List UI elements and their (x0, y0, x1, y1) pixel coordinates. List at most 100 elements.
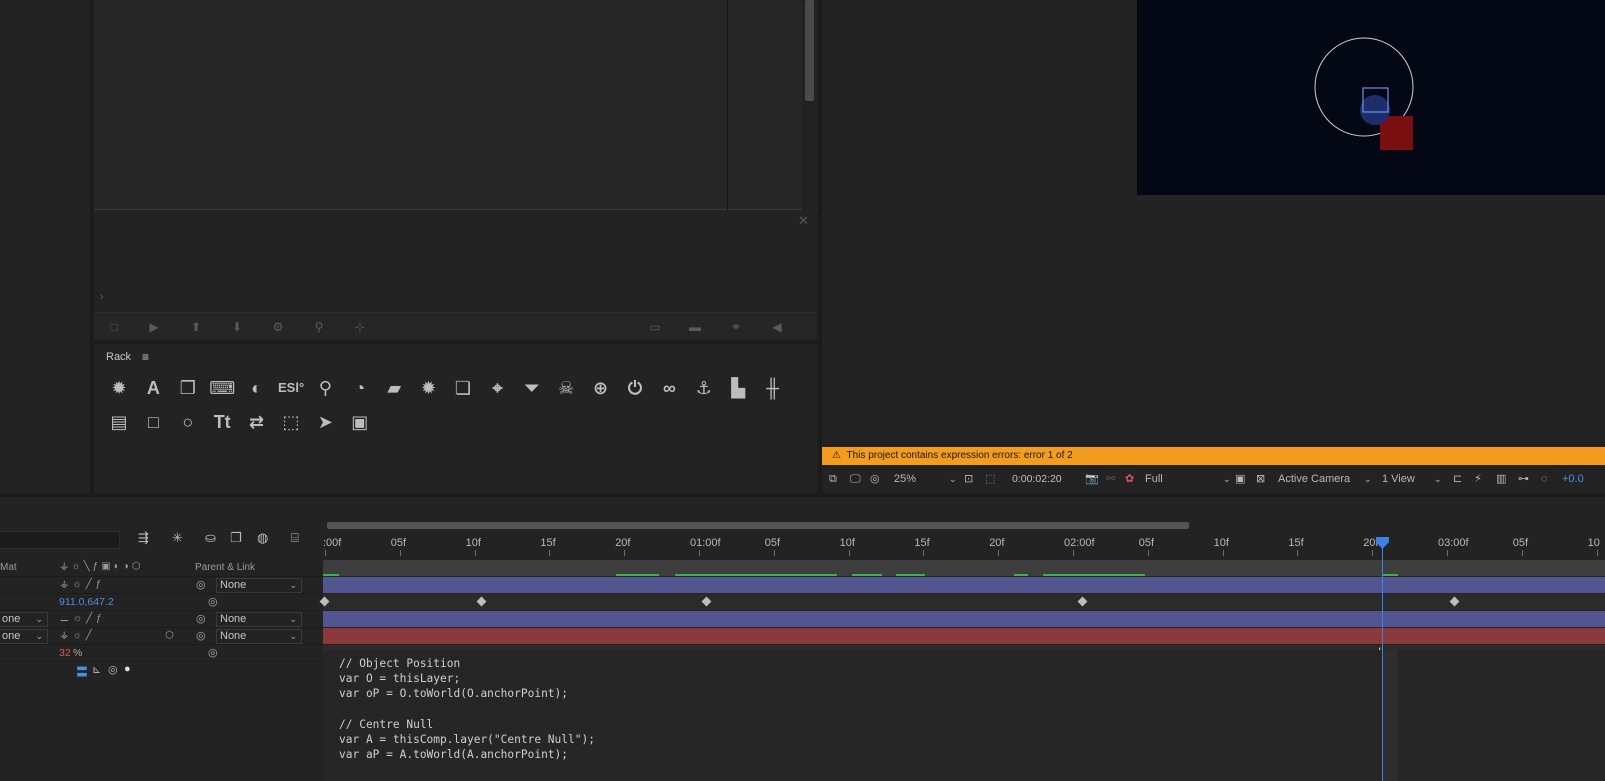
document-icon[interactable]: ▤ (106, 409, 132, 435)
parent-dropdown[interactable]: None ⌄ (216, 629, 302, 644)
zoom-dropdown[interactable]: 25% ⌄ (894, 471, 958, 488)
bug-icon[interactable]: ✹ (106, 375, 132, 401)
roi-icon[interactable]: ▣ (1235, 471, 1245, 488)
channel-icon[interactable]: ✿ (1125, 471, 1134, 488)
keyboard-icon[interactable]: ⌨ (209, 375, 235, 401)
editor-divider[interactable] (727, 0, 728, 210)
parent-dropdown[interactable]: None ⌄ (216, 578, 302, 593)
parent-dropdown[interactable]: None ⌄ (216, 612, 302, 627)
graph-editor-icon[interactable]: ⌸ (291, 530, 299, 546)
scale-value[interactable]: 32 (59, 647, 71, 659)
add-icon[interactable]: ⊹ (353, 320, 367, 334)
camera-icon[interactable]: 📷 (1085, 471, 1099, 488)
keyframe[interactable] (1449, 596, 1460, 607)
layer-bar-2[interactable] (323, 611, 1605, 627)
draft-3d-icon[interactable]: ✳ (172, 530, 183, 546)
motion-blur-icon[interactable]: ◍ (257, 530, 268, 546)
pickwhip-icon[interactable]: ◎ (196, 578, 206, 591)
view-layout-dropdown[interactable]: 1 View ⌄ (1382, 471, 1442, 488)
always-preview-icon[interactable]: ⧉ (829, 471, 837, 488)
anchor-icon[interactable]: ⚓ (691, 375, 717, 401)
paste-icon[interactable]: ❏ (450, 375, 476, 401)
3d-layer-icon[interactable]: ⬡ (165, 630, 174, 641)
keyframe[interactable] (1077, 596, 1088, 607)
expression-language-menu-icon[interactable]: ● (124, 663, 131, 675)
layer-search-input[interactable] (0, 531, 120, 549)
filter-icon[interactable]: ⏷ (519, 375, 545, 401)
show-snapshot-icon[interactable]: ⚯ (1106, 471, 1115, 488)
work-area-bar[interactable] (327, 522, 1189, 529)
crosshair-icon[interactable]: ⊕ (588, 375, 614, 401)
enable-expression-icon[interactable]: 〓 (76, 663, 88, 680)
resolution-dropdown[interactable]: Full ⌄ (1145, 471, 1233, 488)
parent-link-header[interactable]: Parent & Link (195, 562, 255, 573)
expression-error-bar[interactable]: ⚠ This project contains expression error… (822, 447, 1605, 465)
keyframe[interactable] (476, 596, 487, 607)
close-icon[interactable]: ✕ (798, 213, 809, 229)
power-icon[interactable]: ⏻ (622, 375, 648, 401)
layer-switches[interactable]: ⚶☼╱ (60, 630, 96, 641)
mat-header[interactable]: Mat (0, 562, 17, 573)
new-file-icon[interactable]: □ (107, 320, 121, 334)
settings-icon[interactable]: ⚙ (271, 320, 285, 334)
monitor-icon[interactable]: 🖵 (850, 471, 861, 488)
layer-switches[interactable]: ⚶☼╱ƒ (60, 579, 105, 590)
pickwhip-icon[interactable]: ◎ (196, 612, 206, 625)
contrast-icon[interactable]: ◐ (244, 375, 270, 401)
pin-icon[interactable]: ⚲ (312, 375, 338, 401)
layer-row[interactable]: ⚶☼╱ƒ ◎ None ⌄ (0, 577, 323, 594)
track-matte-dropdown[interactable]: one ⌄ (0, 612, 48, 627)
playhead-line[interactable] (1382, 537, 1383, 781)
layer-bar-3[interactable] (323, 628, 1605, 644)
copy-icon[interactable]: ❐ (175, 375, 201, 401)
panel-menu-icon[interactable]: ≡ (142, 350, 149, 364)
text-A-icon[interactable]: A (140, 375, 166, 401)
comp-flowchart-icon[interactable]: ⇶ (138, 530, 149, 546)
time-ruler[interactable]: :00f 05f 10f 15f 20f 01:00f 05f 10f 15f 20f 02:00f… (323, 519, 1605, 557)
text-size-icon[interactable]: Tt (209, 409, 235, 435)
cookie-icon[interactable]: ◔ (347, 375, 373, 401)
shy-icon[interactable]: ⛀ (205, 530, 216, 546)
layer-bar-1[interactable] (323, 577, 1605, 593)
folder-icon[interactable]: ▬ (688, 320, 702, 334)
cursor-icon[interactable]: ➤ (312, 409, 338, 435)
layer-row[interactable]: one ⌄ ⚶☼╱ ⬡ ◎ None ⌄ (0, 628, 323, 645)
script-editor-area[interactable] (94, 0, 817, 210)
current-time[interactable]: 0:00:02:20 (1012, 471, 1078, 488)
editor-scrollbar-thumb[interactable] (805, 0, 814, 101)
region-icon[interactable]: ⬚ (985, 471, 995, 488)
pickwhip-icon[interactable]: ◎ (208, 595, 218, 608)
camera-dropdown[interactable]: Active Camera ⌄ (1278, 471, 1374, 488)
align-icon[interactable]: ╫ (760, 375, 786, 401)
frame-blend-icon[interactable]: ❐ (230, 530, 242, 546)
image-file-icon[interactable]: ▣ (347, 409, 373, 435)
link-icon[interactable]: ∞ (656, 375, 682, 401)
panel-title[interactable]: Rack (106, 351, 131, 363)
swap-icon[interactable]: ⇄ (244, 409, 270, 435)
position-value[interactable]: 911.0,647.2 (59, 596, 114, 608)
map-marker-icon[interactable]: ⌖ (484, 375, 510, 401)
save-icon[interactable]: ▭ (648, 320, 662, 334)
fast-preview-icon[interactable]: ⚡ (1474, 471, 1482, 488)
swatch-icon[interactable]: ▙ (725, 375, 751, 401)
graph-icon[interactable]: ⊾ (92, 663, 101, 676)
step-up-icon[interactable]: ⬆ (189, 320, 203, 334)
expression-editor[interactable]: // Object Position var O = thisLayer; va… (323, 650, 1605, 781)
keyframe[interactable] (701, 596, 712, 607)
expression-code[interactable]: // Object Position var O = thisLayer; va… (323, 650, 1605, 762)
pickwhip-icon[interactable]: ◎ (196, 629, 206, 642)
note-icon[interactable]: ▰ (381, 375, 407, 401)
layer-row[interactable]: one ⌄ ⚊☼╱ƒ ◎ None ⌄ (0, 611, 323, 628)
link-icon[interactable]: ⚭ (729, 320, 743, 334)
fit-icon[interactable]: ⊡ (964, 471, 973, 488)
expression-pickwhip-icon[interactable]: ◎ (108, 663, 118, 676)
skull-icon[interactable]: ☠ (553, 375, 579, 401)
reset-exposure-icon[interactable]: ◌ (1541, 471, 1548, 488)
mask-icon[interactable]: ◎ (870, 471, 880, 488)
flowchart-icon[interactable]: ⊶ (1518, 471, 1529, 488)
circle-icon[interactable]: ○ (175, 409, 201, 435)
exposure-value[interactable]: +0.0 (1562, 471, 1584, 488)
composition-canvas[interactable] (1137, 0, 1605, 195)
speaker-icon[interactable]: ◀ (770, 320, 784, 334)
pickwhip-icon[interactable]: ◎ (208, 646, 218, 659)
